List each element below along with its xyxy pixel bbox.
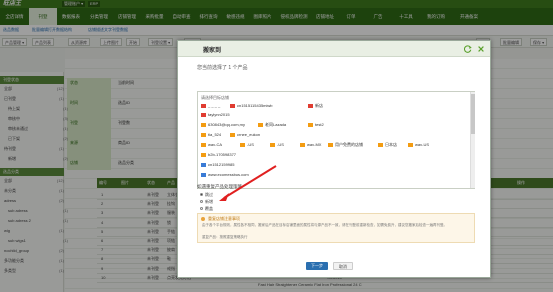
notice-box: 重复店铺注意事项 由于各个平台规则，属性各不相同，搬家后产品在目标店铺里面的属性… [197,213,475,243]
store-platform-icon [258,122,263,127]
store-platform-icon [240,142,245,147]
close-icon[interactable] [477,45,485,53]
radio-dot-icon [200,193,203,197]
store-list-scrollbar[interactable] [470,92,475,188]
store-platform-icon [201,142,206,147]
store-checkbox[interactable]: 用户免费的店铺 [328,142,363,148]
store-checkbox[interactable]: cn1512159985 [201,162,234,167]
store-platform-icon [230,132,235,137]
store-checkbox[interactable]: wav-CA [201,142,222,147]
radio-dot-icon [200,207,203,211]
radio-skip[interactable]: 跳过 [200,192,213,198]
store-checkbox[interactable]: 新店 [308,103,323,109]
store-checkbox[interactable]: tia_524 [201,132,221,137]
store-platform-icon [201,103,206,108]
refresh-icon[interactable] [464,45,472,53]
cancel-button[interactable]: 取消 [333,262,353,270]
notice-text-2: 重复产品：按照重复策略执行 [202,235,248,239]
store-checkbox[interactable]: cn1515115435miwb [230,103,273,108]
dialog-header: 搬家到 [178,41,490,57]
radio-add-new[interactable]: 新增 [200,199,213,205]
store-platform-icon [201,172,206,177]
store-checkbox[interactable]: _ _ _ _ [201,103,220,108]
dialog-title: 搬家到 [203,48,222,54]
store-checkbox[interactable]: www.ecomessbus.com [201,172,249,177]
store-checkbox[interactable]: test2 [308,122,324,127]
notice-text: 由于各个平台规则，属性各不相同，搬家后产品在目标店铺里面的属性将与源产品不一致，… [202,223,447,227]
store-checkbox[interactable]: 日本店 [378,142,397,148]
store-platform-icon [201,152,206,157]
radio-overwrite[interactable]: 覆盖 [200,206,213,212]
next-button[interactable]: 下一步 [306,262,328,270]
warning-icon [201,217,205,221]
strategy-label: 如遇重复产品处理策略 [197,184,242,189]
store-checkbox[interactable]: -US [270,142,284,147]
store-platform-icon [378,142,383,147]
move-dialog: 搬家到 您当前选择了 1 个产品 请选择目标店铺 _ _ _ _ cn151511… [177,40,491,278]
store-platform-icon [300,142,305,147]
store-platform-icon [408,142,413,147]
store-platform-icon [201,132,206,137]
store-list-header: 请选择目标店铺 [201,95,229,100]
store-checkbox[interactable]: 630843@qq.com,my [201,122,245,127]
store-platform-icon [230,103,235,108]
store-platform-icon [270,142,275,147]
store-platform-icon [308,122,313,127]
store-platform-icon [201,122,206,127]
notice-title: 重复店铺注意事项 [208,216,240,221]
store-platform-icon [201,112,206,117]
store-list[interactable]: 请选择目标店铺 _ _ _ _ cn1515115435miwb 新店 taylynn… [197,91,475,189]
store-checkbox[interactable]: b2b-170598377 [201,152,236,157]
store-platform-icon [201,162,206,167]
radio-dot-icon [200,200,203,204]
store-checkbox[interactable]: crnee_eukon [230,132,260,137]
store-platform-icon [308,103,313,108]
store-checkbox[interactable]: 老同Lazada [258,122,286,128]
store-platform-icon [328,142,333,147]
store-checkbox[interactable]: wav-MX [300,142,321,147]
store-checkbox[interactable]: taylynn2015 [201,112,230,117]
store-checkbox[interactable]: -US [240,142,254,147]
store-checkbox[interactable]: wav-US [408,142,429,147]
selected-count-text: 您当前选择了 1 个产品 [197,65,248,71]
